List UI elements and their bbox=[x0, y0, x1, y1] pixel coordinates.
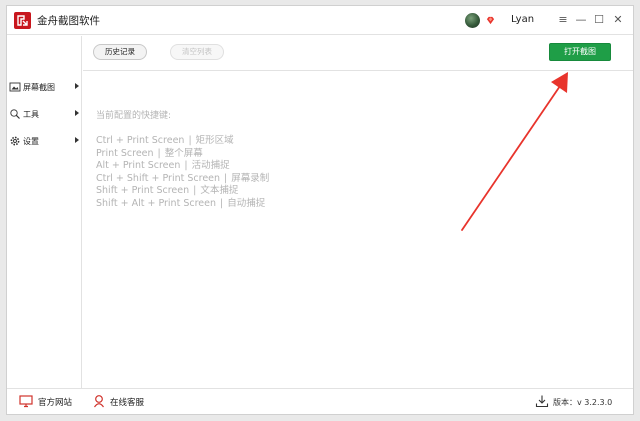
version-label: 版本：v 3.2.3.0 bbox=[553, 398, 613, 407]
app-title: 金舟截图软件 bbox=[37, 15, 100, 27]
sidebar-item-label: 屏幕截图 bbox=[23, 83, 55, 92]
monitor-icon[interactable] bbox=[19, 394, 33, 408]
shortcut-item: Shift + Alt + Print Screen | 自动捕捉 bbox=[96, 195, 265, 209]
username[interactable]: Lyan bbox=[511, 14, 534, 25]
close-icon[interactable]: ✕ bbox=[611, 12, 625, 28]
status-bar: 官方网站 在线客服 版本：v 3.2.3.0 bbox=[7, 388, 633, 414]
vip-diamond-icon[interactable] bbox=[486, 16, 495, 25]
title-bar: 金舟截图软件 Lyan ≡ — ☐ ✕ bbox=[7, 6, 633, 35]
download-icon[interactable] bbox=[535, 394, 549, 408]
shortcut-item: Shift + Print Screen | 文本捕捉 bbox=[96, 182, 238, 196]
shortcut-action: 自动捕捉 bbox=[227, 198, 266, 209]
shortcut-heading: 当前配置的快捷键: bbox=[96, 111, 172, 121]
customer-service-icon[interactable] bbox=[92, 394, 106, 408]
toolbar: 历史记录 清空列表 打开截图 bbox=[83, 36, 633, 71]
open-screenshot-button[interactable]: 打开截图 bbox=[549, 43, 611, 61]
sidebar-item-tools[interactable]: 工具 bbox=[7, 106, 82, 124]
screenshot-icon bbox=[9, 82, 21, 92]
sidebar-item-screenshot[interactable]: 屏幕截图 bbox=[7, 79, 82, 97]
minimize-icon[interactable]: — bbox=[574, 12, 588, 28]
history-button[interactable]: 历史记录 bbox=[93, 44, 147, 60]
shortcut-item: Alt + Print Screen | 活动捕捉 bbox=[96, 157, 230, 171]
menu-icon[interactable]: ≡ bbox=[556, 12, 570, 28]
chevron-right-icon bbox=[75, 83, 79, 89]
shortcut-separator: | bbox=[220, 198, 224, 209]
chevron-right-icon bbox=[75, 137, 79, 143]
sidebar: 屏幕截图 工具 设置 bbox=[7, 36, 82, 388]
maximize-icon[interactable]: ☐ bbox=[592, 12, 606, 28]
shortcut-item: Ctrl + Print Screen | 矩形区域 bbox=[96, 132, 234, 146]
sidebar-item-label: 工具 bbox=[23, 110, 39, 119]
official-website-link[interactable]: 官方网站 bbox=[38, 396, 72, 408]
shortcut-keys: Shift + Alt + Print Screen bbox=[96, 198, 216, 209]
avatar[interactable] bbox=[465, 13, 480, 28]
tools-icon bbox=[10, 109, 20, 119]
sidebar-item-label: 设置 bbox=[23, 137, 39, 146]
app-window: 金舟截图软件 Lyan ≡ — ☐ ✕ 屏幕截图 工具 设置 历史记录 清空列表… bbox=[6, 5, 634, 415]
clear-list-button[interactable]: 清空列表 bbox=[170, 44, 224, 60]
chevron-right-icon bbox=[75, 110, 79, 116]
gear-icon bbox=[10, 136, 20, 146]
app-logo-icon bbox=[14, 12, 31, 29]
sidebar-item-settings[interactable]: 设置 bbox=[7, 133, 82, 151]
main-content: 当前配置的快捷键: Ctrl + Print Screen | 矩形区域 Print… bbox=[83, 72, 633, 388]
online-support-link[interactable]: 在线客服 bbox=[110, 396, 144, 408]
